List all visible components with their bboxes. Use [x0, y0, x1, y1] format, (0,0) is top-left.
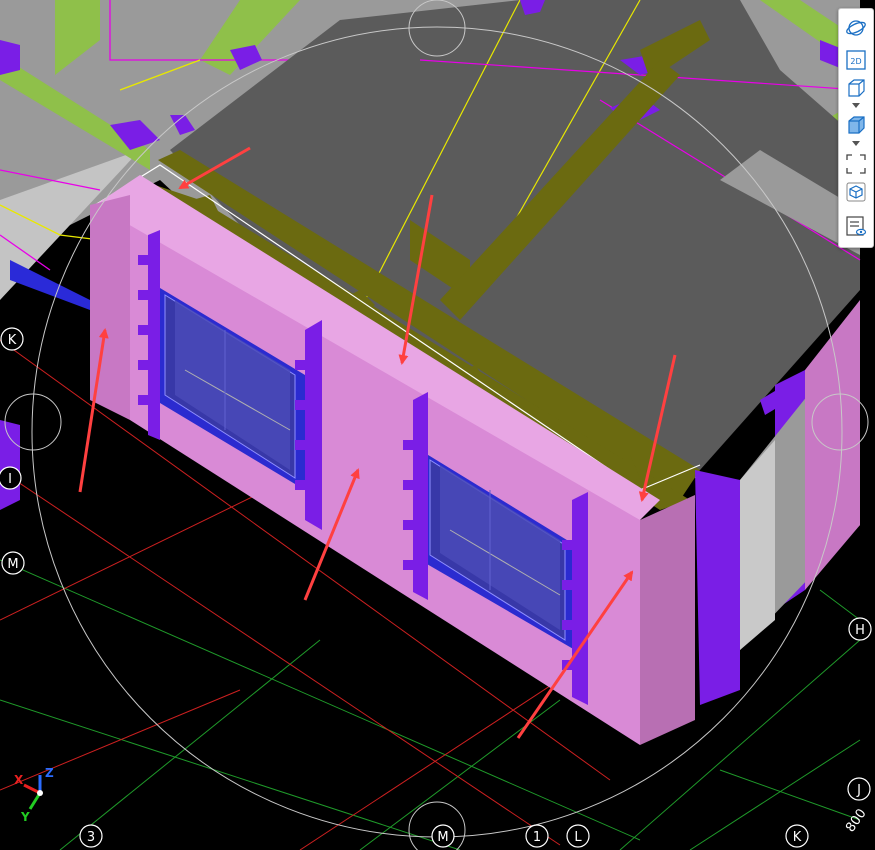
- grid-axis-L-bottom: L: [566, 824, 590, 848]
- triad-x-label: X: [14, 773, 24, 787]
- chevron-down-icon: [852, 103, 860, 108]
- wireframe-view-button[interactable]: [843, 77, 869, 99]
- orbit-icon: [846, 20, 866, 36]
- grid-axis-M-bottom: M: [431, 824, 455, 848]
- axis-triad: X Z Y: [14, 766, 54, 824]
- wireframe-view-dropdown[interactable]: [851, 102, 861, 110]
- svg-text:3: 3: [87, 830, 95, 845]
- triad-z-label: Z: [45, 766, 54, 780]
- list-eye-icon: [846, 216, 867, 236]
- svg-text:M: M: [437, 830, 448, 845]
- display-settings-button[interactable]: [843, 215, 869, 237]
- solid-view-dropdown[interactable]: [851, 140, 861, 148]
- grid-axis-1-bottom: 1: [525, 824, 549, 848]
- grid-axis-I-left: I: [0, 466, 22, 490]
- blue-strip: [10, 260, 90, 310]
- zoom-extents-button[interactable]: [843, 153, 869, 175]
- svg-text:L: L: [574, 830, 582, 845]
- grid-axis-M-left: M: [1, 551, 25, 575]
- grid-axis-H-right: H: [848, 617, 872, 641]
- chevron-down-icon: [852, 141, 860, 146]
- svg-text:M: M: [7, 557, 18, 572]
- svg-text:I: I: [8, 472, 12, 487]
- grid-axis-J-right: J: [847, 777, 871, 801]
- view-toolbar: 2D: [838, 8, 874, 248]
- cube-icon: [846, 182, 866, 202]
- svg-text:1: 1: [533, 830, 541, 845]
- svg-text:K: K: [793, 830, 802, 845]
- model-viewport[interactable]: K I M H J 3 M 1 L K 800: [0, 0, 875, 850]
- box-solid-icon: [848, 116, 865, 134]
- svg-text:J: J: [856, 783, 861, 798]
- solid-view-button[interactable]: [843, 114, 869, 136]
- right-white-strip: [740, 440, 775, 650]
- fit-screen-icon: [846, 154, 866, 174]
- svg-text:H: H: [855, 623, 865, 638]
- scale-label: 800: [843, 806, 870, 835]
- 2d-icon: 2D: [846, 50, 866, 70]
- triad-y-label: Y: [20, 810, 30, 824]
- svg-text:2D: 2D: [850, 57, 861, 66]
- grid-axis-K-bottom: K: [785, 824, 809, 848]
- right-corner-face: [640, 495, 695, 745]
- svg-text:K: K: [8, 333, 17, 348]
- grid-axis-K-left: K: [0, 327, 24, 351]
- 2d-view-button[interactable]: 2D: [843, 49, 869, 71]
- box-outline-icon: [848, 79, 865, 97]
- 3d-cube-button[interactable]: [843, 181, 869, 203]
- grid-axis-3-bottom: 3: [79, 824, 103, 848]
- orbit-button[interactable]: [843, 17, 869, 39]
